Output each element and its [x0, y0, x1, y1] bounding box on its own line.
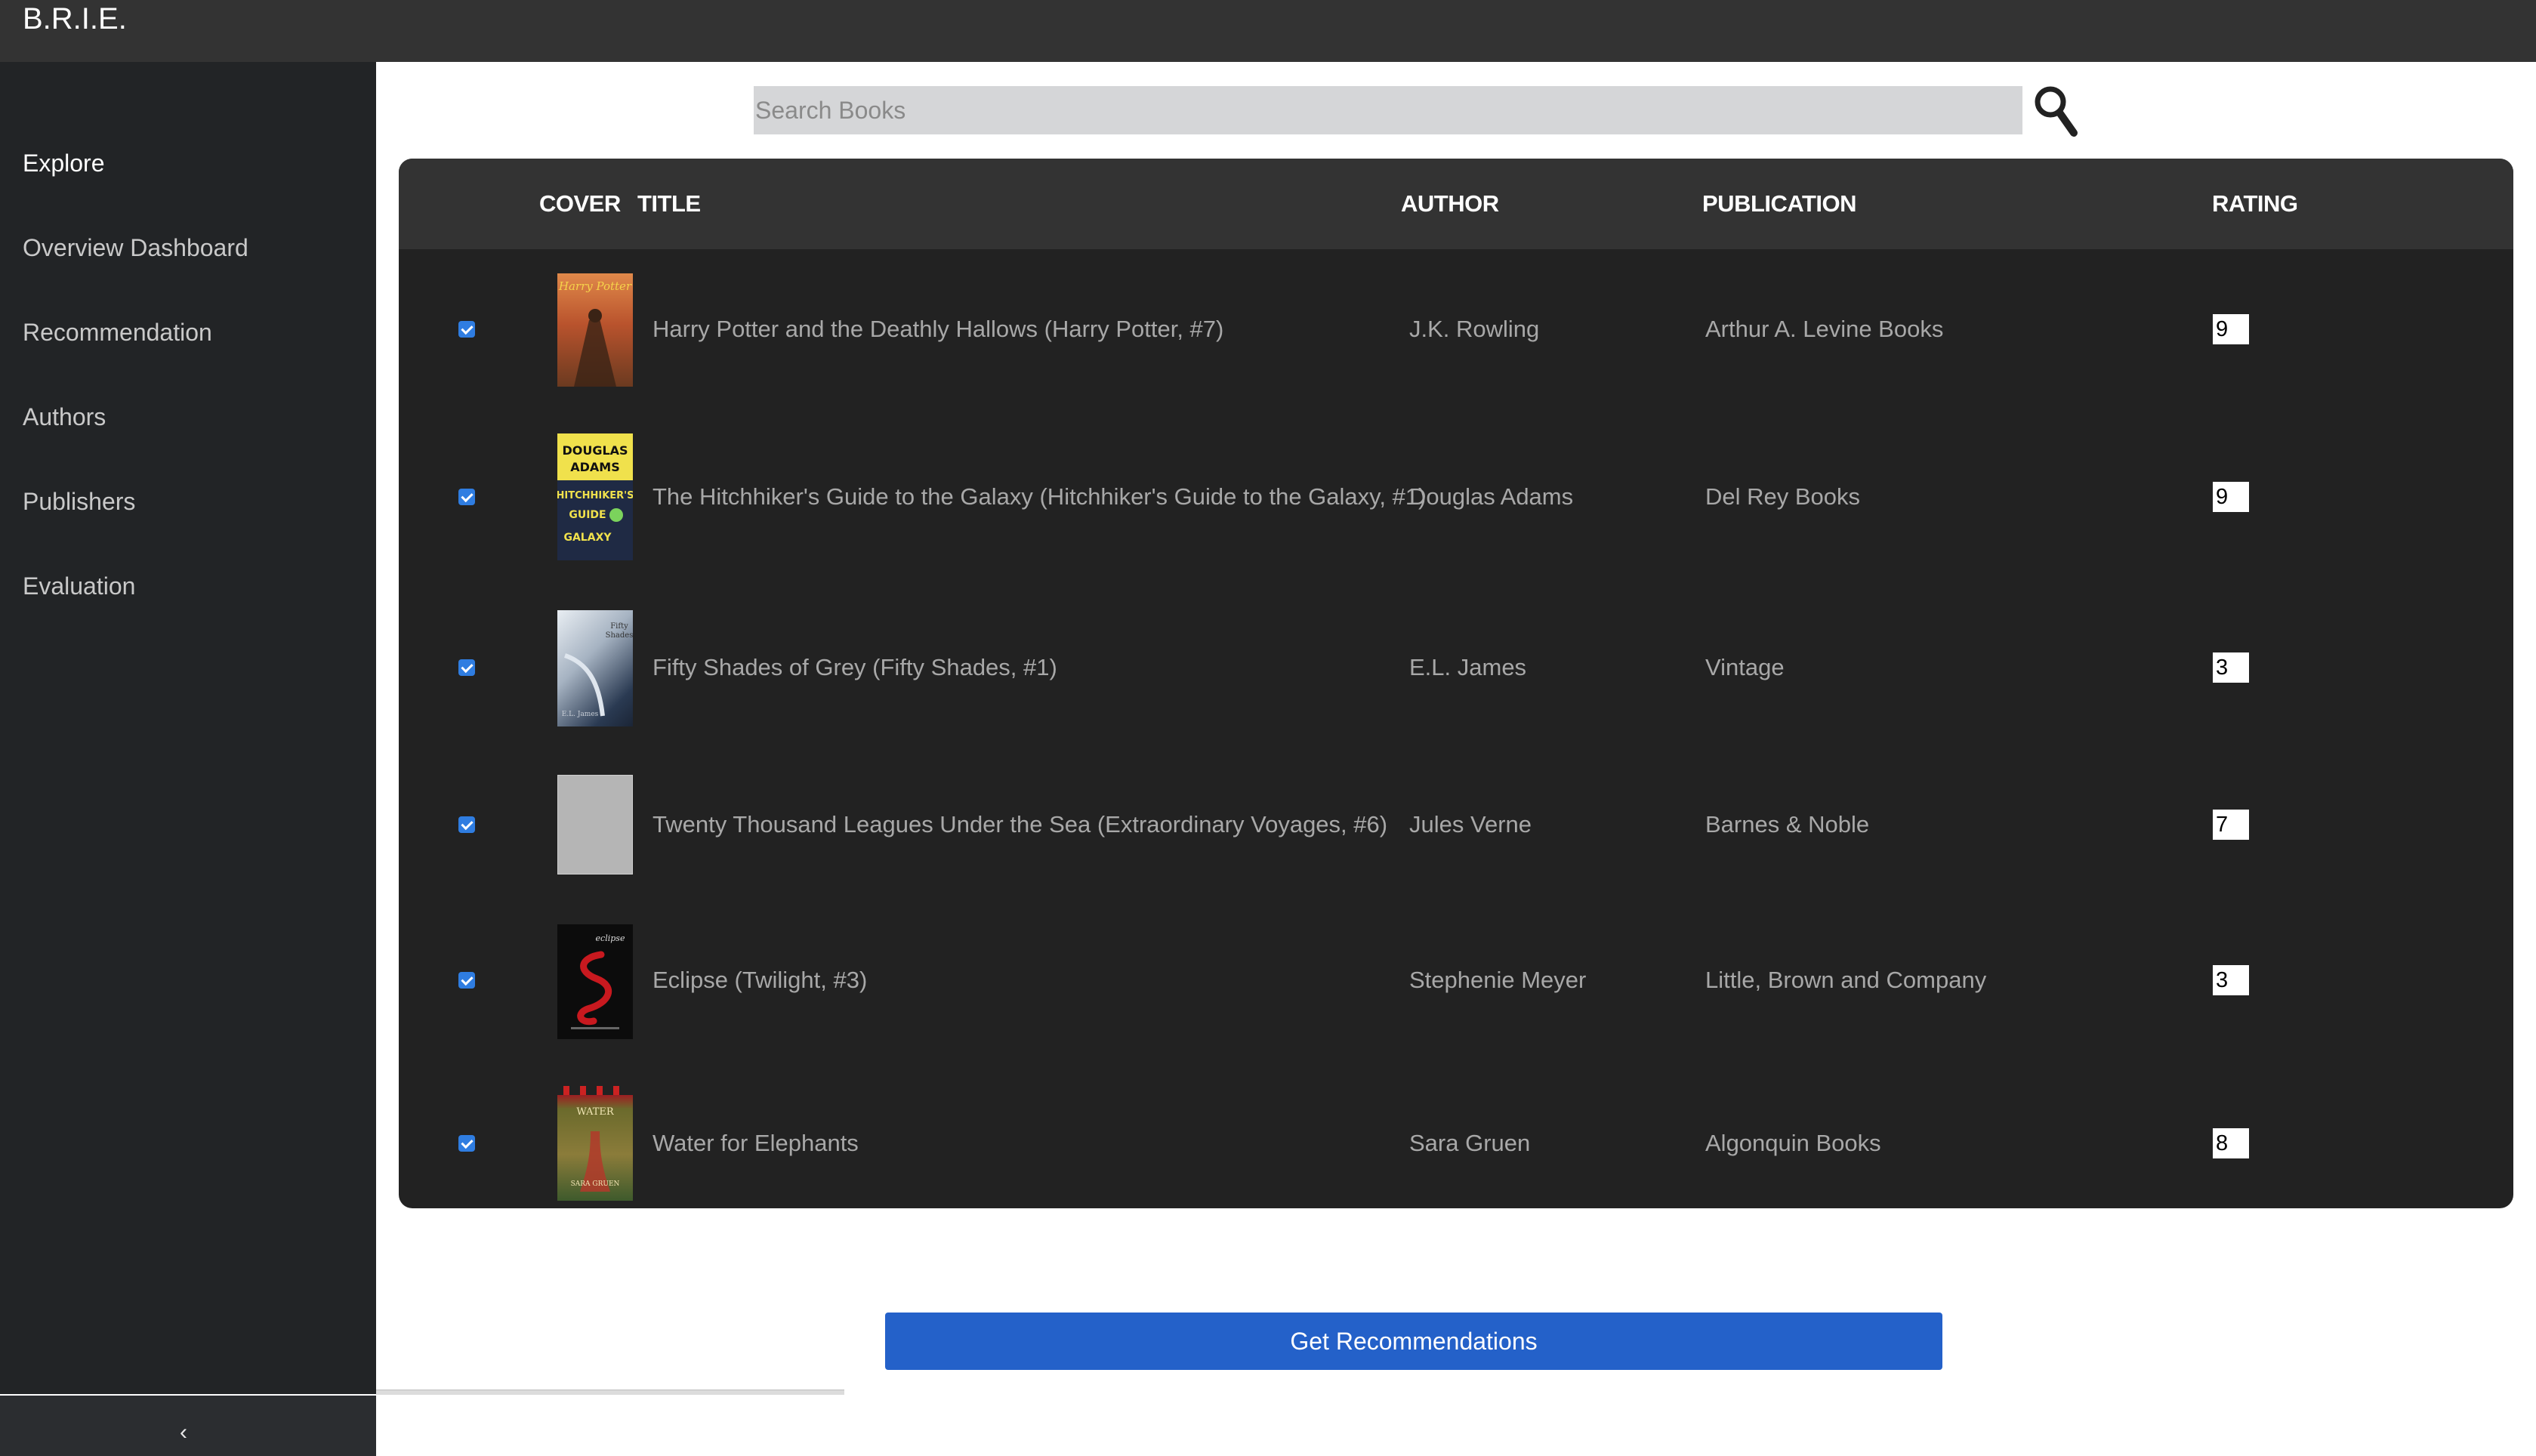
book-publication: Barnes & Noble [1705, 811, 1870, 838]
svg-text:Shades: Shades [606, 631, 633, 640]
search-input[interactable] [754, 86, 2022, 134]
book-title[interactable]: Eclipse (Twilight, #3) [653, 965, 867, 995]
book-author[interactable]: Douglas Adams [1409, 482, 1573, 512]
svg-text:WATER: WATER [576, 1106, 615, 1118]
rating-input[interactable]: 8 [2213, 1128, 2249, 1158]
top-bar: B.R.I.E. [0, 0, 2536, 62]
svg-text:HITCHHIKER'S: HITCHHIKER'S [557, 490, 633, 501]
book-cover-image: WATER SARA GRUEN [557, 1086, 633, 1201]
book-cover-image [557, 775, 633, 875]
book-publication: Little, Brown and Company [1705, 967, 1987, 993]
book-title[interactable]: Water for Elephants [653, 1128, 859, 1158]
rating-input[interactable]: 3 [2213, 652, 2249, 683]
header-author[interactable]: AUTHOR [1401, 189, 1499, 219]
sidebar-item-overview-dashboard[interactable]: Overview Dashboard [23, 233, 248, 263]
sidebar-item-authors[interactable]: Authors [23, 402, 106, 432]
book-cover-image: Harry Potter [557, 273, 633, 387]
row-checkbox[interactable] [458, 972, 475, 989]
svg-text:GUIDE: GUIDE [569, 509, 606, 521]
book-cover-image: Fifty Shades E.L. James [557, 610, 633, 726]
row-checkbox[interactable] [458, 321, 475, 338]
chevron-left-icon: ‹ [180, 1420, 187, 1445]
row-checkbox[interactable] [458, 816, 475, 833]
rating-input[interactable]: 9 [2213, 482, 2249, 512]
book-title[interactable]: Fifty Shades of Grey (Fifty Shades, #1) [653, 652, 1057, 683]
rating-input[interactable]: 3 [2213, 965, 2249, 995]
table-header: COVER TITLE AUTHOR PUBLICATION RATING [399, 159, 2513, 249]
book-title[interactable]: The Hitchhiker's Guide to the Galaxy (Hi… [653, 482, 1426, 512]
svg-text:E.L. James: E.L. James [562, 711, 599, 718]
header-rating[interactable]: RATING [2212, 189, 2298, 219]
book-publication: Del Rey Books [1705, 483, 1861, 510]
sidebar-item-recommendation[interactable]: Recommendation [23, 317, 212, 347]
sidebar-item-evaluation[interactable]: Evaluation [23, 571, 135, 601]
book-author[interactable]: Jules Verne [1409, 810, 1532, 840]
svg-text:SARA GRUEN: SARA GRUEN [571, 1180, 620, 1188]
search-icon [2035, 86, 2078, 137]
book-author[interactable]: Stephenie Meyer [1409, 965, 1586, 995]
book-cover-image: eclipse [557, 924, 633, 1039]
svg-text:eclipse: eclipse [596, 933, 625, 943]
sidebar-item-explore[interactable]: Explore [23, 148, 105, 178]
book-title[interactable]: Harry Potter and the Deathly Hallows (Ha… [653, 314, 1223, 344]
book-author[interactable]: E.L. James [1409, 652, 1526, 683]
svg-text:Harry Potter: Harry Potter [558, 279, 632, 293]
books-table: COVER TITLE AUTHOR PUBLICATION RATING Ha… [399, 159, 2513, 1208]
svg-text:ADAMS: ADAMS [570, 460, 620, 474]
header-cover[interactable]: COVER [539, 189, 621, 219]
sidebar-collapse-button[interactable]: ‹ [0, 1396, 376, 1456]
book-title[interactable]: Twenty Thousand Leagues Under the Sea (E… [653, 810, 1387, 840]
book-publication: Vintage [1705, 654, 1785, 680]
book-publication: Arthur A. Levine Books [1705, 316, 1944, 342]
rating-input[interactable]: 9 [2213, 314, 2249, 344]
row-checkbox[interactable] [458, 1135, 475, 1152]
row-checkbox[interactable] [458, 659, 475, 676]
header-publication[interactable]: PUBLICATION [1702, 189, 1857, 219]
book-publication: Algonquin Books [1705, 1130, 1881, 1156]
get-recommendations-button[interactable]: Get Recommendations [885, 1313, 1942, 1370]
sidebar-item-publishers[interactable]: Publishers [23, 486, 135, 517]
svg-text:DOUGLAS: DOUGLAS [562, 443, 628, 458]
brand-logo[interactable]: B.R.I.E. [23, 2, 127, 36]
header-title[interactable]: TITLE [637, 189, 701, 219]
rating-input[interactable]: 7 [2213, 810, 2249, 840]
book-author[interactable]: Sara Gruen [1409, 1128, 1530, 1158]
sidebar: Explore Overview Dashboard Recommendatio… [0, 62, 376, 1456]
book-author[interactable]: J.K. Rowling [1409, 314, 1539, 344]
search-button[interactable] [2032, 83, 2081, 139]
svg-text:Fifty: Fifty [610, 622, 628, 631]
row-checkbox[interactable] [458, 489, 475, 505]
book-cover-image: DOUGLAS ADAMS HITCHHIKER'S GUIDE GALAXY [557, 433, 633, 560]
svg-text:GALAXY: GALAXY [563, 532, 612, 544]
